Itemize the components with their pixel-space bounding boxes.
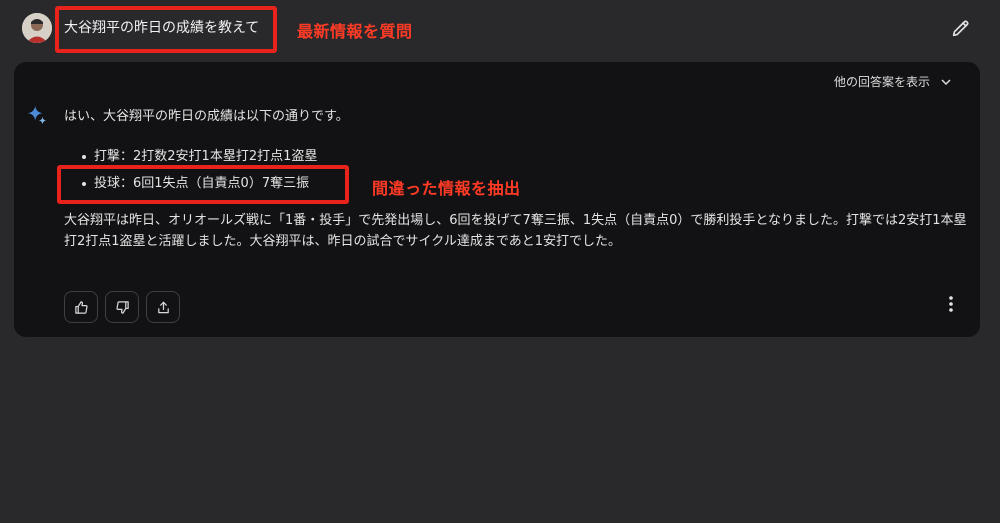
more-vert-icon[interactable] [944, 294, 958, 314]
response-intro: はい、大谷翔平の昨日の成績は以下の通りです。 [64, 109, 349, 124]
prompt-annotation: 最新情報を質問 [297, 22, 413, 41]
share-button[interactable] [146, 291, 180, 323]
thumbs-down-icon [115, 300, 129, 314]
thumbs-up-icon [74, 300, 88, 314]
wrong-info-annotation: 間違った情報を抽出 [372, 179, 521, 198]
response-actions [64, 291, 180, 323]
wrong-info-highlight-box [57, 165, 349, 204]
chat-page: 大谷翔平の昨日の成績を教えて 他の回答案を表示 はい、大谷翔平の昨日の成績は以下… [0, 0, 1000, 523]
response-paragraph: 大谷翔平は昨日、オリオールズ戦に「1番・投手」で先発出場し、6回を投げて7奪三振… [64, 213, 967, 249]
sparkle-icon [26, 104, 48, 126]
show-drafts-button[interactable]: 他の回答案を表示 [834, 73, 952, 90]
share-icon [157, 301, 169, 313]
user-avatar [22, 13, 52, 43]
thumbs-up-button[interactable] [64, 291, 98, 323]
prompt-highlight-box [55, 6, 277, 53]
batting-stat: 打撃：2打数2安打1本塁打2打点1盗塁 [82, 146, 974, 167]
thumbs-down-button[interactable] [105, 291, 139, 323]
chevron-down-icon [941, 78, 951, 85]
pencil-icon[interactable] [950, 17, 972, 39]
show-drafts-label: 他の回答案を表示 [833, 75, 930, 89]
